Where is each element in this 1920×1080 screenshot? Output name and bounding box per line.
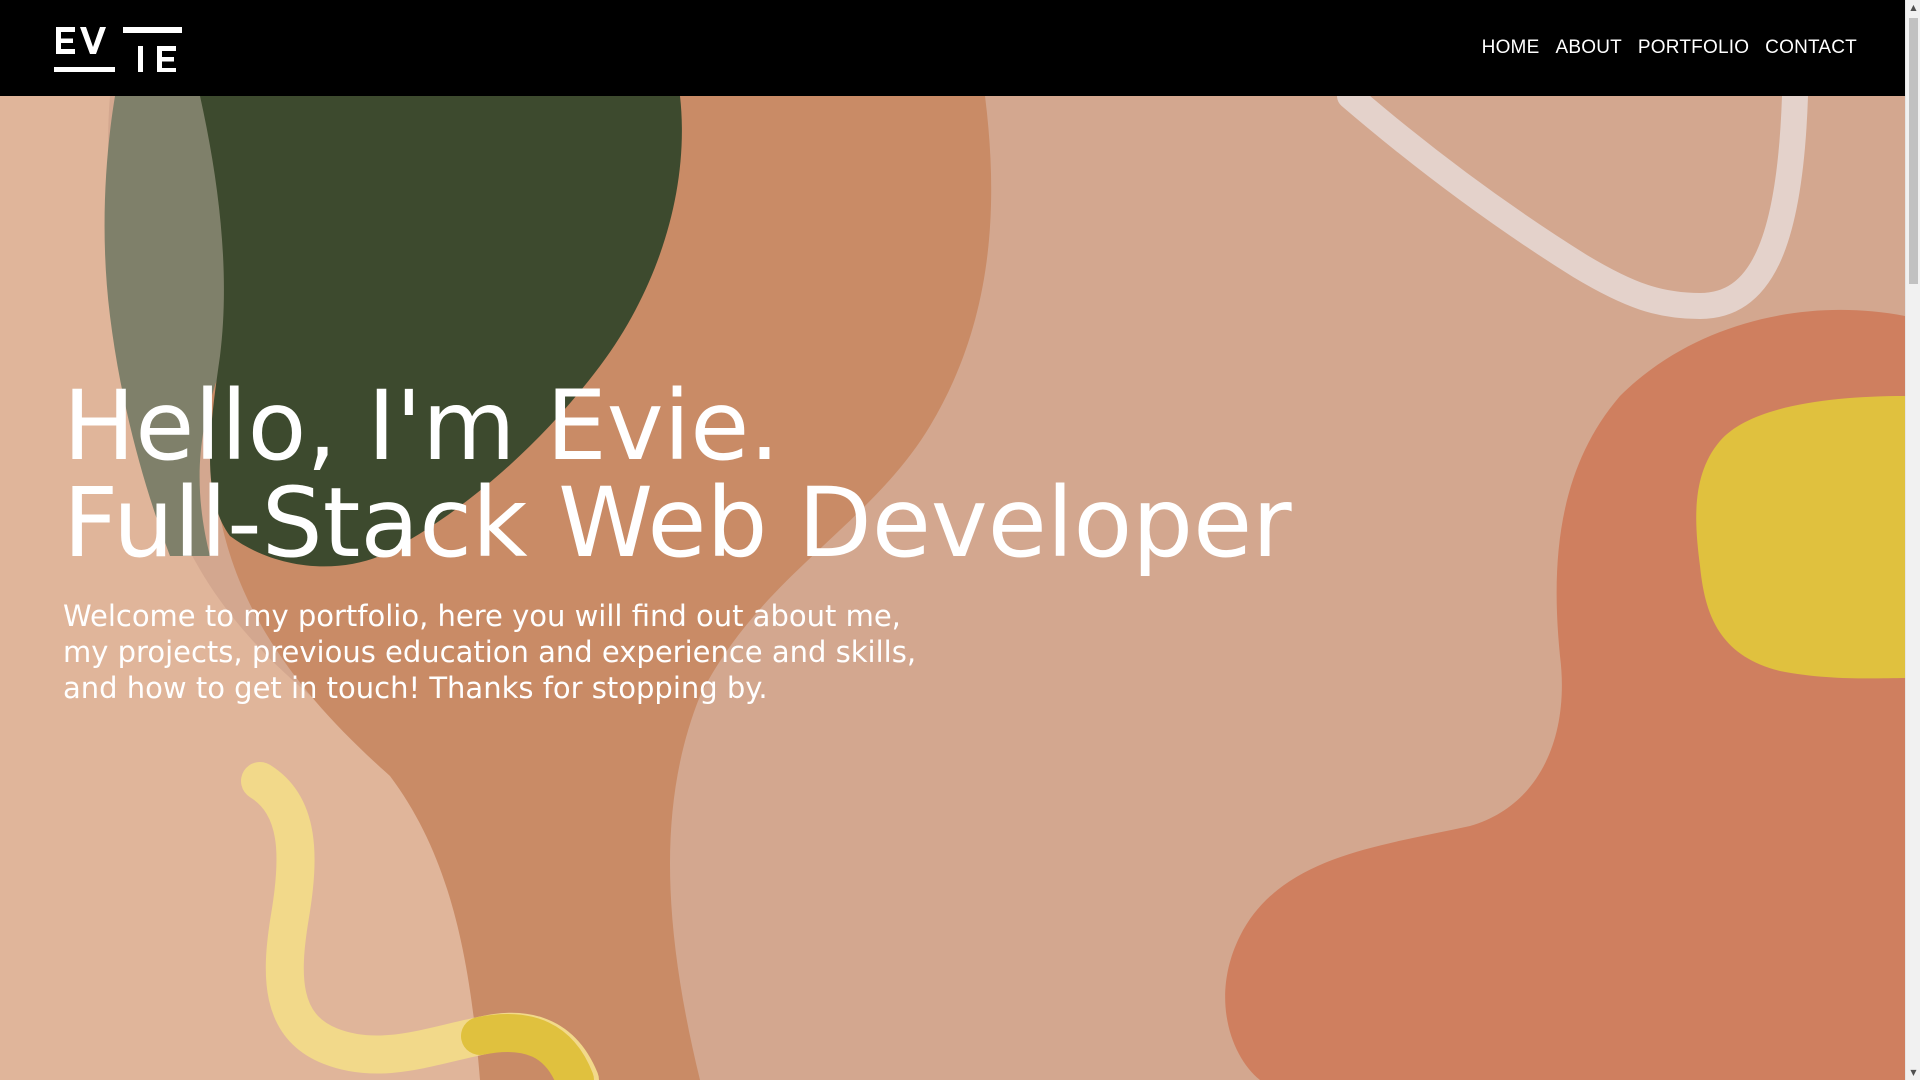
nav-contact-link[interactable]: CONTACT [1765,33,1857,63]
scrollbar-thumb[interactable] [1909,18,1918,284]
nav-about-link[interactable]: ABOUT [1555,33,1621,63]
hero-heading-line-1: Hello, I'm Evie. [63,370,780,482]
nav-home-link[interactable]: HOME [1482,33,1540,63]
page-scrollbar[interactable]: ▲ ▼ [1905,0,1920,1080]
hero-text: Hello, I'm Evie. Full-Stack Web Develope… [63,378,1292,706]
chevron-down-icon[interactable]: ▼ [1906,1065,1920,1080]
chevron-up-icon[interactable]: ▲ [1906,0,1920,15]
evie-logo[interactable] [54,24,184,72]
navbar: HOME ABOUT PORTFOLIO CONTACT [0,0,1905,96]
nav-portfolio-link[interactable]: PORTFOLIO [1638,33,1749,63]
hero-subtitle: Welcome to my portfolio, here you will f… [63,599,917,705]
hero-heading: Hello, I'm Evie. Full-Stack Web Develope… [63,378,1292,572]
page: HOME ABOUT PORTFOLIO CONTACT Hello, I'm … [0,0,1920,1080]
main-nav: HOME ABOUT PORTFOLIO CONTACT [1482,33,1857,63]
evie-logo-icon [54,27,182,72]
hero-section: Hello, I'm Evie. Full-Stack Web Develope… [0,96,1905,1080]
hero-heading-line-2: Full-Stack Web Developer [63,467,1292,579]
